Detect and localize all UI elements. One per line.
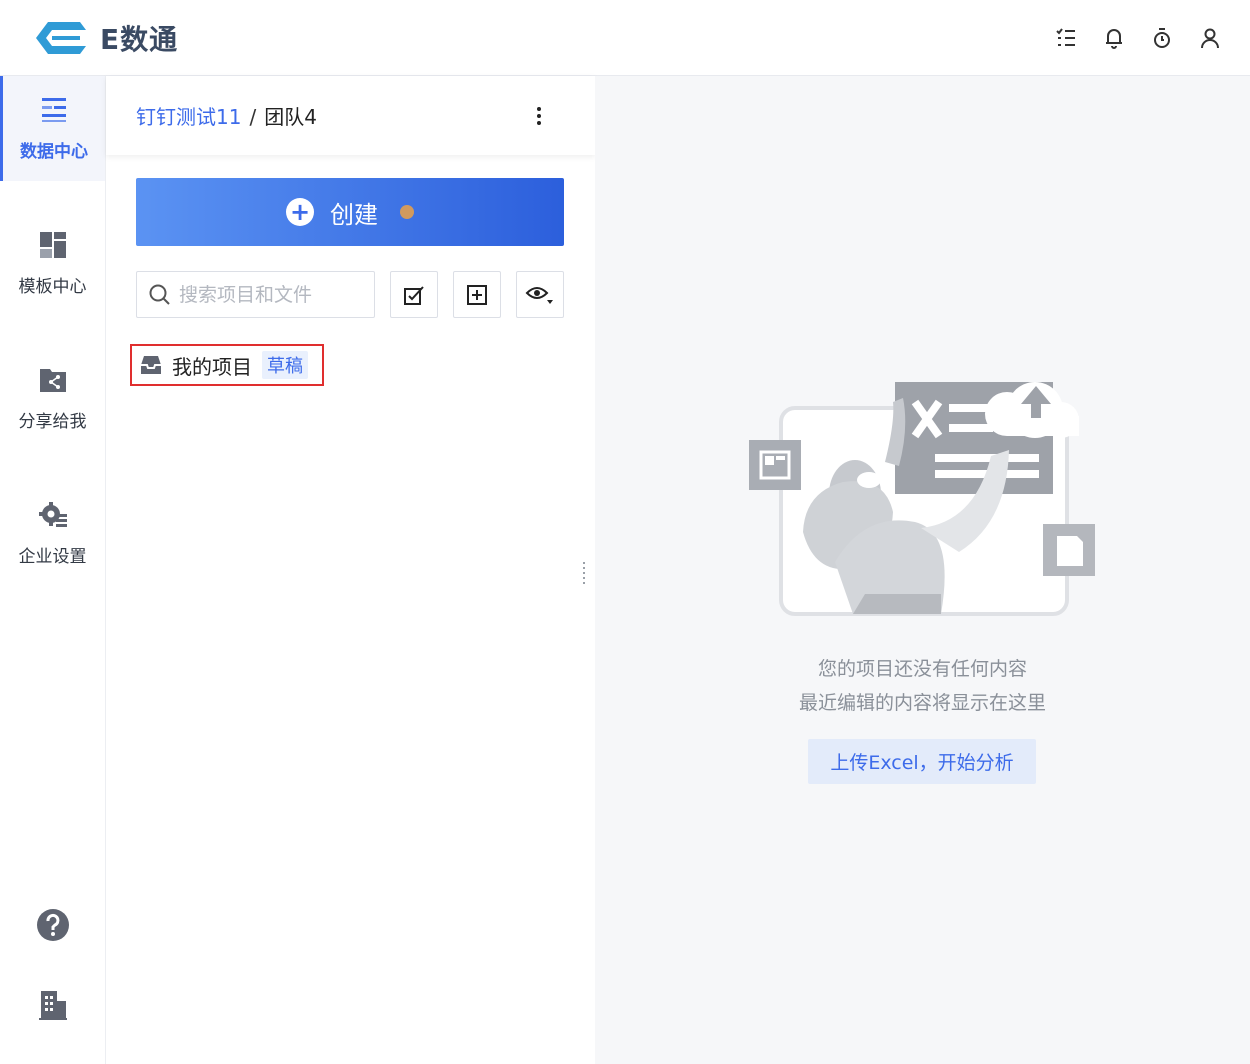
timer-icon[interactable] xyxy=(1146,22,1178,54)
eye-dropdown-icon xyxy=(525,286,553,304)
nav-item-data-center[interactable]: 数据中心 xyxy=(0,76,105,181)
top-header: E数通 xyxy=(0,0,1250,76)
empty-state-illustration xyxy=(749,382,1095,616)
draft-tag: 草稿 xyxy=(262,351,308,379)
breadcrumb: 钉钉测试11 / 团队4 xyxy=(136,101,317,130)
inbox-icon xyxy=(141,356,161,374)
breadcrumb-team-parent[interactable]: 钉钉测试11 xyxy=(136,105,241,129)
upload-excel-button[interactable]: 上传Excel，开始分析 xyxy=(808,739,1036,784)
panel-resize-handle[interactable] xyxy=(583,562,585,584)
project-item-my-projects[interactable]: 我的项目 草稿 xyxy=(130,344,324,386)
empty-state-subtitle: 最近编辑的内容将显示在这里 xyxy=(798,692,1046,714)
project-panel: 钉钉测试11 / 团队4 + 创建 我的项目 xyxy=(106,76,595,1064)
create-label: 创建 xyxy=(330,200,378,229)
checkbox-select-icon xyxy=(404,285,424,305)
side-navigation: 数据中心 模板中心 分享给我 企业设置 xyxy=(0,76,106,1064)
nav-label: 数据中心 xyxy=(20,142,88,162)
gear-icon xyxy=(38,502,67,527)
breadcrumb-current: 团队4 xyxy=(264,105,317,129)
view-options-button[interactable] xyxy=(516,271,564,318)
nav-item-shared-with-me[interactable]: 分享给我 xyxy=(0,346,105,451)
template-icon xyxy=(39,232,66,258)
plus-circle-icon: + xyxy=(286,198,314,226)
nav-label: 模板中心 xyxy=(18,277,87,297)
task-list-icon[interactable] xyxy=(1050,22,1082,54)
building-icon xyxy=(38,991,67,1020)
logo-icon xyxy=(36,22,86,54)
panel-header: 钉钉测试11 / 团队4 xyxy=(106,76,595,155)
help-icon xyxy=(36,909,69,941)
create-button[interactable]: + 创建 xyxy=(136,178,564,246)
add-item-button[interactable] xyxy=(453,271,501,318)
search-input[interactable] xyxy=(179,283,359,306)
nav-label: 企业设置 xyxy=(18,547,87,567)
bell-icon[interactable] xyxy=(1098,22,1130,54)
notification-dot xyxy=(400,205,414,219)
user-icon[interactable] xyxy=(1194,22,1226,54)
breadcrumb-separator: / xyxy=(249,105,257,129)
more-options-icon[interactable] xyxy=(529,102,549,130)
plus-square-icon xyxy=(467,284,487,305)
app-logo[interactable]: E数通 xyxy=(28,16,178,60)
batch-select-button[interactable] xyxy=(390,271,438,318)
share-folder-icon xyxy=(39,369,66,392)
main-content: 您的项目还没有任何内容 最近编辑的内容将显示在这里 上传Excel，开始分析 xyxy=(583,76,1250,1064)
project-name: 我的项目 xyxy=(172,354,252,379)
data-center-icon xyxy=(42,98,66,122)
nav-item-template-center[interactable]: 模板中心 xyxy=(0,211,105,316)
search-icon xyxy=(149,284,170,305)
logo-text: E数通 xyxy=(100,23,179,56)
empty-state-title: 您的项目还没有任何内容 xyxy=(817,658,1027,680)
nav-label: 分享给我 xyxy=(18,412,87,432)
nav-item-enterprise-settings[interactable]: 企业设置 xyxy=(0,481,105,586)
help-button[interactable] xyxy=(0,908,105,942)
search-box xyxy=(136,271,375,318)
organization-button[interactable] xyxy=(0,989,105,1021)
